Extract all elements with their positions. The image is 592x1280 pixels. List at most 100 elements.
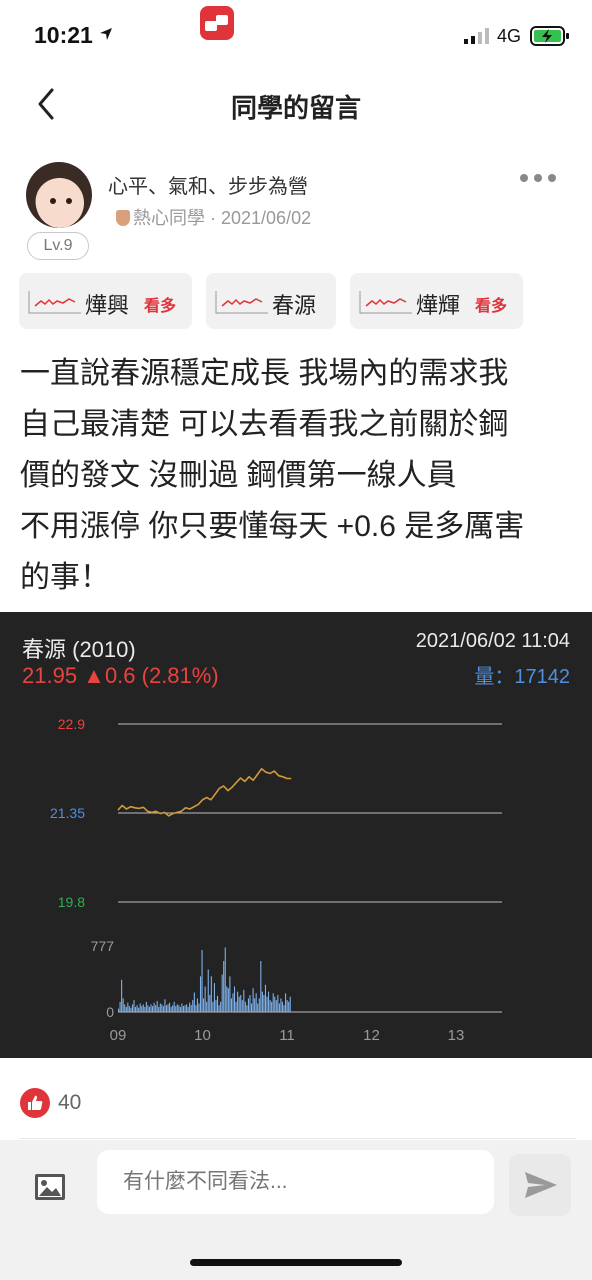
- volume-bar: [203, 998, 205, 1012]
- volume-tick-label: 777: [91, 938, 115, 954]
- stock-chart-card[interactable]: 春源 (2010) 2021/06/02 11:04 21.95 ▲0.6 (2…: [0, 612, 592, 1058]
- x-tick-label: 11: [279, 1027, 295, 1044]
- volume-bar: [286, 1000, 288, 1012]
- volume-bar: [125, 1006, 127, 1012]
- volume-bar: [220, 1001, 222, 1012]
- volume-bar: [162, 1006, 164, 1012]
- volume-bar: [223, 961, 225, 1012]
- intraday-chart: 22.9 21.35 19.8 777 0 09 10 11 12 13: [50, 716, 502, 1044]
- location-arrow-icon: [100, 28, 112, 40]
- volume-bar: [227, 988, 229, 1012]
- author-meta: 熱心同學 · 2021/06/02: [116, 204, 311, 230]
- comment-input[interactable]: [97, 1150, 494, 1214]
- volume-bar: [218, 1005, 220, 1012]
- volume-bar: [238, 996, 240, 1012]
- volume-bar: [261, 991, 263, 1012]
- stock-tag-2[interactable]: 春源: [206, 273, 336, 329]
- stock-tag-name: 春源: [272, 293, 317, 318]
- volume-bar: [288, 1001, 290, 1012]
- x-tick-label: 09: [110, 1027, 127, 1044]
- volume-bar: [247, 998, 250, 1012]
- price-tick-label: 22.9: [58, 716, 85, 732]
- author-name[interactable]: 心平、氣和、步步為營: [108, 170, 308, 199]
- volume-bar: [264, 984, 267, 1012]
- volume-bar: [263, 995, 265, 1012]
- volume-bar: [145, 1001, 147, 1012]
- sparkline-icon: [28, 291, 81, 314]
- volume-bar: [181, 1003, 183, 1012]
- volume-bar: [190, 1005, 192, 1012]
- volume-bar: [212, 1001, 214, 1012]
- volume-bar: [130, 1007, 132, 1012]
- volume-bar: [161, 1004, 163, 1012]
- volume-bar: [257, 1003, 259, 1012]
- volume-bar: [173, 1001, 175, 1012]
- volume-bar: [254, 998, 256, 1012]
- avatar[interactable]: [26, 162, 92, 228]
- volume-bar: [281, 1001, 284, 1012]
- price-line: [117, 768, 292, 817]
- volume-bar: [198, 1003, 200, 1012]
- volume-bar: [182, 1006, 185, 1012]
- volume-bar: [121, 979, 123, 1012]
- stock-tag-name: 燁輝: [416, 293, 461, 318]
- stock-tag-sentiment: 看多: [144, 298, 177, 315]
- volume-bar: [170, 1006, 172, 1012]
- volume-bar: [201, 949, 203, 1012]
- volume-bar: [241, 1000, 243, 1012]
- volume-bar: [150, 1004, 152, 1012]
- volume-bar: [195, 1005, 197, 1012]
- send-button[interactable]: [509, 1154, 571, 1216]
- volume-bar: [255, 993, 257, 1012]
- stock-tag-1[interactable]: 燁興 看多: [19, 273, 192, 329]
- stock-tag-sentiment: 看多: [475, 298, 508, 315]
- volume-bar: [232, 993, 234, 1012]
- thumbs-up-icon[interactable]: [20, 1088, 50, 1118]
- volume-bar: [169, 1002, 171, 1012]
- volume-bar: [251, 1003, 253, 1012]
- volume-bar: [139, 1003, 141, 1012]
- image-upload-icon[interactable]: [34, 1171, 66, 1203]
- post-line: 不用漲停 你只要懂每天 +0.6 是多厲害: [20, 510, 525, 543]
- volume-bar: [258, 998, 260, 1012]
- x-tick-label: 10: [194, 1027, 211, 1044]
- price-tick-label: 19.8: [58, 894, 85, 910]
- volume-bar: [233, 986, 236, 1012]
- volume-bar: [138, 1007, 140, 1012]
- volume-bar: [136, 1005, 138, 1012]
- more-options-icon[interactable]: [518, 170, 558, 186]
- send-icon: [525, 1172, 557, 1198]
- status-time: 10:21: [34, 22, 93, 48]
- status-bar: 10:21 4G: [0, 0, 592, 72]
- volume-bar: [285, 993, 287, 1012]
- stock-tag-3[interactable]: 燁輝 看多: [350, 273, 523, 329]
- volume-bar: [144, 1006, 146, 1012]
- battery-charging-icon: [530, 26, 569, 46]
- volume-bar: [175, 1006, 177, 1012]
- post-body: 一直說春源穩定成長 我場內的需求我 自己最清楚 可以去看看我之前關於鋼 價的發文…: [20, 348, 576, 603]
- volume-bar: [235, 1001, 237, 1012]
- volume-bar: [152, 1006, 154, 1012]
- volume-bar: [119, 1001, 121, 1012]
- x-tick-label: 12: [363, 1027, 380, 1044]
- volume-bar: [226, 986, 228, 1012]
- volume-bar: [277, 995, 279, 1012]
- volume-bar: [260, 961, 262, 1012]
- volume-bar: [153, 1002, 155, 1012]
- post-date: 2021/06/02: [221, 208, 312, 228]
- volume-bar: [172, 1005, 174, 1012]
- volume-bar: [266, 996, 268, 1012]
- volume-bar: [275, 1000, 277, 1012]
- volume-bar: [127, 1002, 129, 1012]
- volume-bar: [216, 995, 219, 1012]
- volume-bar: [122, 998, 124, 1012]
- volume-bar: [155, 1005, 157, 1012]
- volume-bar: [244, 1001, 246, 1012]
- volume-bar: [186, 1004, 188, 1012]
- app-notification-icon: [200, 6, 234, 40]
- volume-bar: [249, 995, 251, 1012]
- volume-bar: [229, 976, 231, 1012]
- volume-bar: [252, 988, 254, 1012]
- home-indicator: [190, 1259, 402, 1266]
- volume-bar: [207, 969, 209, 1012]
